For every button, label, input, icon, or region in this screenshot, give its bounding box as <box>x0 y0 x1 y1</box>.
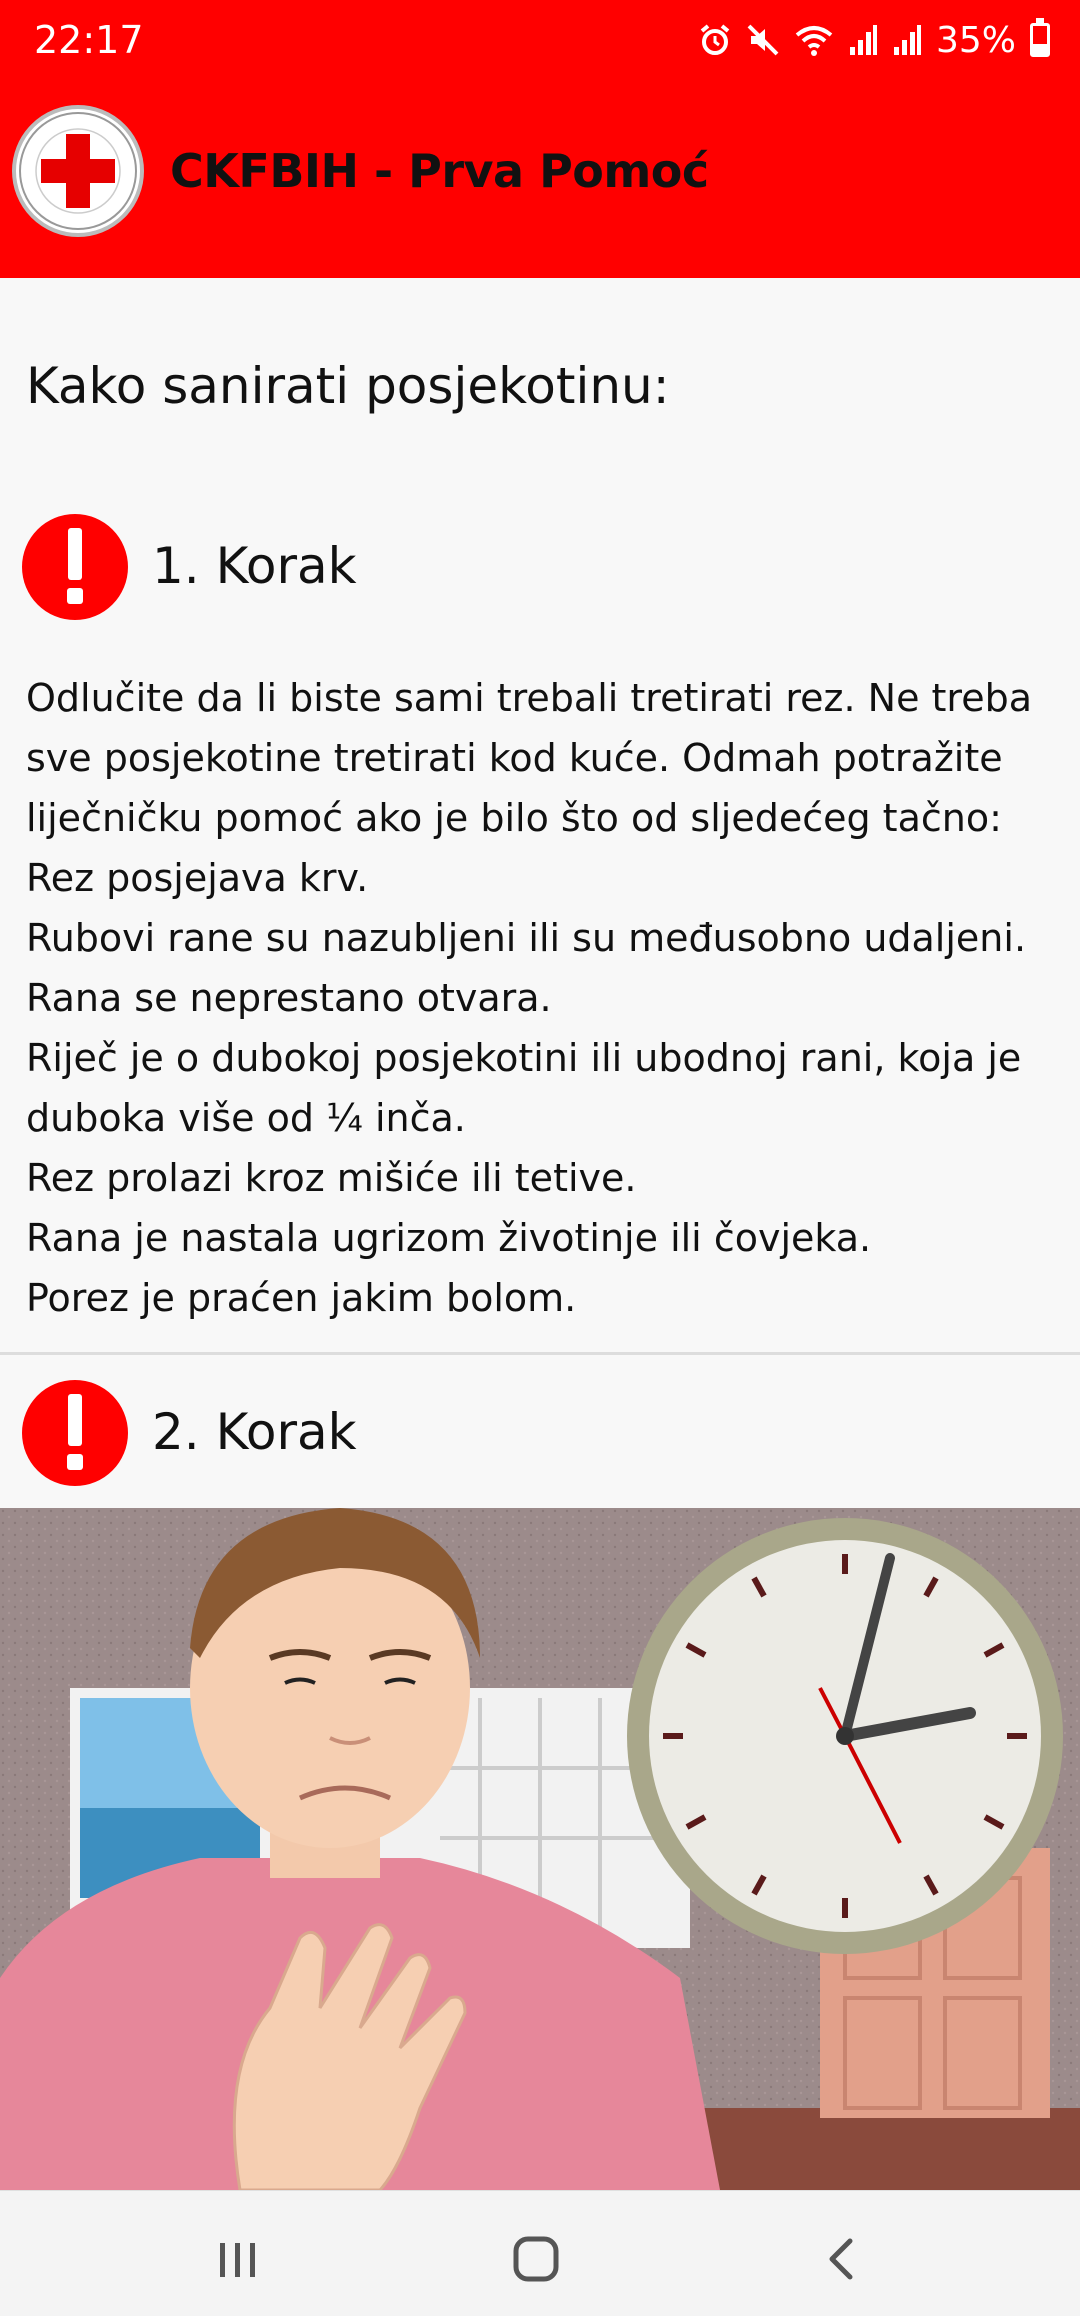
recent-apps-icon[interactable] <box>208 2229 268 2289</box>
step-text: Riječ je o dubokoj posjekotini ili ubodn… <box>26 1036 1022 1140</box>
battery-icon <box>1030 18 1050 57</box>
home-icon[interactable] <box>506 2229 566 2289</box>
back-icon[interactable] <box>812 2229 872 2289</box>
battery-text: 35% <box>935 19 1016 61</box>
step-text: Odlučite da li biste sami trebali tretir… <box>26 676 1032 840</box>
step-illustration <box>0 1508 1080 2190</box>
system-nav-bar <box>0 2190 1080 2316</box>
app-bar: CKFBIH - Prva Pomoć <box>0 80 1080 278</box>
page-title: Kako sanirati posjekotinu: <box>26 357 670 415</box>
step-text: Rana se neprestano otvara. <box>26 976 552 1020</box>
status-icons: 35% <box>698 18 1050 62</box>
mute-icon <box>746 23 780 57</box>
red-cross-logo <box>12 105 144 237</box>
step-1-header: 1. Korak <box>0 512 1080 622</box>
step-text: Rana je nastala ugrizom životinje ili čo… <box>26 1216 872 1260</box>
wifi-icon <box>794 23 834 57</box>
step-text: Rubovi rane su nazubljeni ili su međusob… <box>26 916 1027 960</box>
status-bar: 22:17 35% <box>0 0 1080 80</box>
alert-icon <box>22 514 128 620</box>
step-label: 1. Korak <box>152 537 357 595</box>
alert-icon <box>22 1380 128 1486</box>
step-label: 2. Korak <box>152 1403 357 1461</box>
step-text: Porez je praćen jakim bolom. <box>26 1276 577 1320</box>
divider <box>0 1352 1080 1355</box>
step-text: Rez posjejava krv. <box>26 856 369 900</box>
step-1-body: Odlučite da li biste sami trebali tretir… <box>26 668 1056 1328</box>
status-time: 22:17 <box>34 18 144 62</box>
signal-icon <box>848 23 878 57</box>
app-title: CKFBIH - Prva Pomoć <box>170 144 709 198</box>
alarm-icon <box>698 23 732 57</box>
step-2-header: 2. Korak <box>0 1378 1080 1488</box>
signal-icon <box>892 23 922 57</box>
step-text: Rez prolazi kroz mišiće ili tetive. <box>26 1156 637 1200</box>
